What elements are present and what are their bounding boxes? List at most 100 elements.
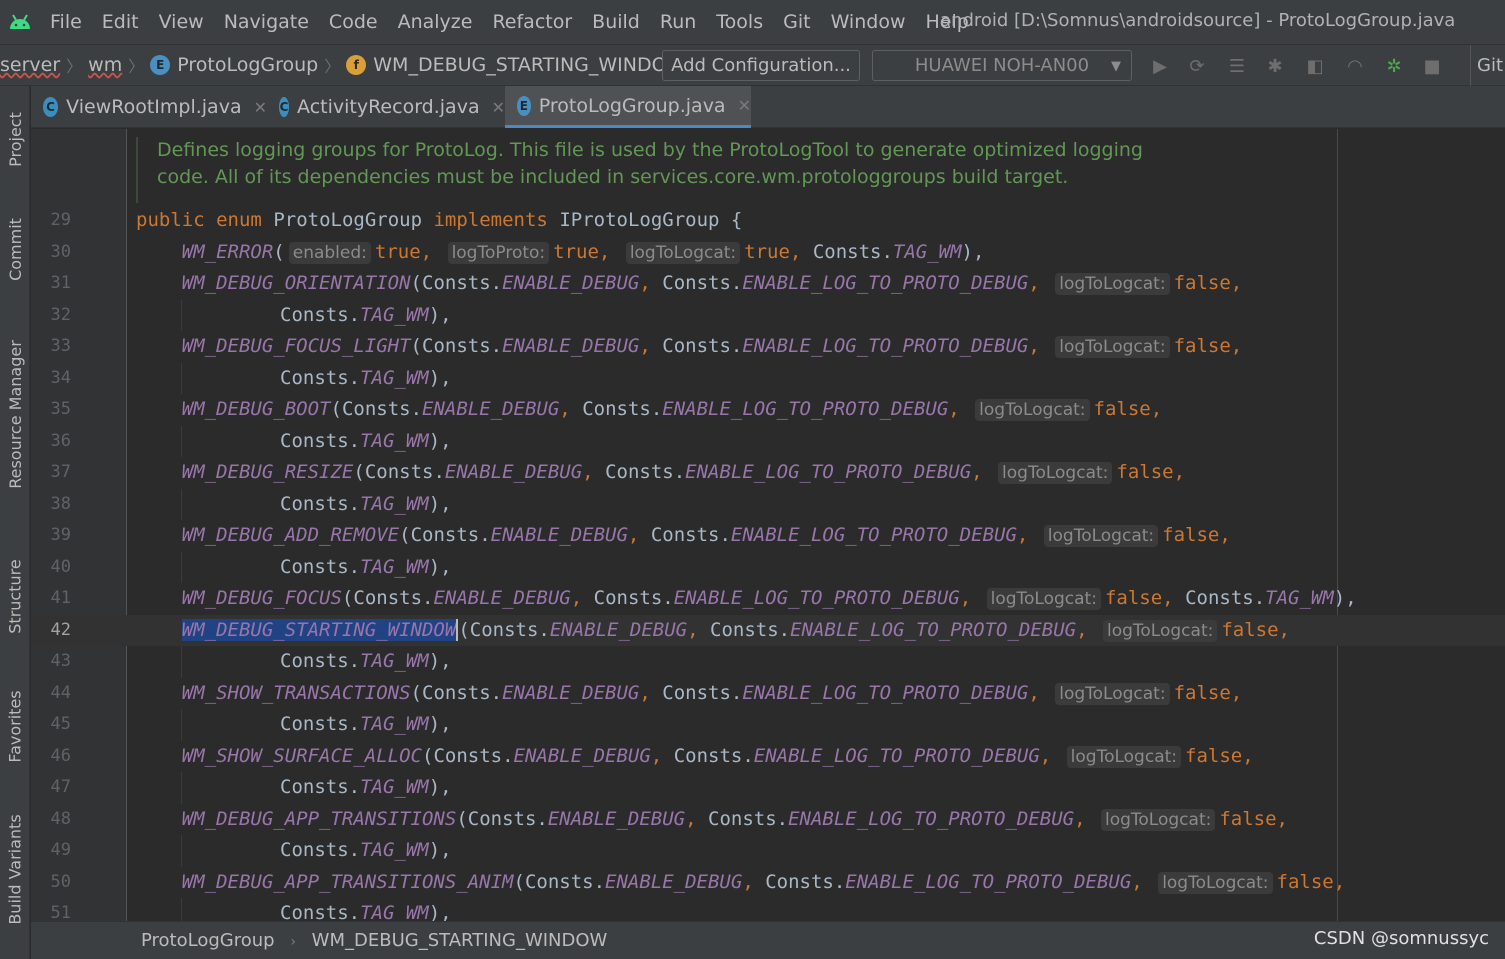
breadcrumb-class-label: ProtoLogGroup [177,54,319,76]
tab-viewrootimpl[interactable]: C ViewRootImpl.java ✕ [31,86,267,128]
code-text: WM_DEBUG_ADD_REMOVE(Consts.ENABLE_DEBUG,… [181,524,1231,547]
structure-breadcrumb: ProtoLogGroup › WM_DEBUG_STARTING_WINDOW [141,922,607,959]
menu-build[interactable]: Build [582,0,650,44]
parameter-hint: logToLogcat: [1043,525,1159,547]
line-number: 30 [50,241,71,262]
breadcrumb-field[interactable]: f WM_DEBUG_STARTING_WINDOW [346,54,685,76]
code-line: 46 WM_SHOW_SURFACE_ALLOC(Consts.ENABLE_D… [31,741,1505,773]
parameter-hint: logToLogcat: [998,462,1113,484]
close-icon[interactable]: ✕ [492,98,505,117]
code-text: WM_DEBUG_APP_TRANSITIONS(Consts.ENABLE_D… [181,807,1288,831]
code-text: WM_DEBUG_ORIENTATION(Consts.ENABLE_DEBUG… [181,272,1243,295]
tab-label: ActivityRecord.java [297,96,480,118]
code-text: public enum ProtoLogGroup implements IPr… [136,209,743,231]
code-editor[interactable]: Defines logging groups for ProtoLog. Thi… [31,129,1505,921]
coverage-icon[interactable]: ◧ [1304,55,1326,77]
device-label: HUAWEI NOH-AN00 [914,55,1090,76]
breadcrumb-class[interactable]: E ProtoLogGroup [150,54,318,76]
add-configuration-button[interactable]: Add Configuration... [662,50,860,81]
tool-commit[interactable]: Commit [0,204,30,294]
enum-class-icon: E [517,95,531,116]
code-line: 33 WM_DEBUG_FOCUS_LIGHT(Consts.ENABLE_DE… [31,331,1505,363]
line-number: 45 [50,714,71,734]
menu-view[interactable]: View [149,0,214,44]
tool-build-variants[interactable]: Build Variants [0,804,30,934]
line-number: 44 [50,682,71,703]
code-text: WM_DEBUG_APP_TRANSITIONS_ANIM(Consts.ENA… [181,870,1346,894]
parameter-hint: logToLogcat: [986,588,1101,610]
line-number: 39 [50,525,71,545]
line-number: 43 [50,651,71,671]
code-line-current: 42 WM_DEBUG_STARTING_WINDOW (Consts.ENABL… [31,614,1505,646]
code-line: 47 Consts.TAG_WM), [31,772,1505,804]
code-text: WM_DEBUG_FOCUS(Consts.ENABLE_DEBUG, Cons… [181,587,1357,610]
menu-analyze[interactable]: Analyze [388,0,483,44]
navigation-bar: server 〉 wm 〉 E ProtoLogGroup 〉 f WM_DEB… [0,44,1505,87]
tab-protologgroup[interactable]: E ProtoLogGroup.java ✕ [505,86,751,128]
code-line: 39 WM_DEBUG_ADD_REMOVE(Consts.ENABLE_DEB… [31,520,1505,552]
menu-tools[interactable]: Tools [706,0,773,44]
code-text: WM_DEBUG_FOCUS_LIGHT(Consts.ENABLE_DEBUG… [181,335,1243,358]
stop-icon[interactable]: ■ [1421,55,1443,77]
chevron-right-icon: › [290,934,296,950]
class-icon: C [279,97,290,117]
menu-git[interactable]: Git [773,0,820,44]
enum-class-icon: E [150,55,171,75]
class-icon: C [43,97,59,117]
line-number: 37 [50,462,71,482]
breadcrumb-server[interactable]: server [0,54,60,76]
line-number: 31 [50,273,71,293]
tool-structure[interactable]: Structure [0,546,30,646]
code-text: WM_SHOW_TRANSACTIONS(Consts.ENABLE_DEBUG… [181,681,1243,705]
code-line: 45 Consts.TAG_WM), [31,709,1505,741]
code-line: 41 WM_DEBUG_FOCUS(Consts.ENABLE_DEBUG, C… [31,583,1505,615]
tool-project[interactable]: Project [0,94,30,184]
line-number: 50 [50,871,71,892]
editor-tab-bar: C ViewRootImpl.java ✕ C ActivityRecord.j… [31,86,1505,128]
code-text: WM_DEBUG_BOOT(Consts.ENABLE_DEBUG, Const… [181,398,1163,421]
code-line: 32 Consts.TAG_WM), [31,299,1505,331]
tool-resource-manager[interactable]: Resource Manager [0,324,30,504]
debug-icon[interactable]: ✱ [1264,55,1286,77]
breadcrumb-field[interactable]: WM_DEBUG_STARTING_WINDOW [312,930,608,951]
code-text: WM_ERROR(enabled: true, logToProto: true, … [181,240,985,264]
breadcrumb-class[interactable]: ProtoLogGroup [141,930,275,951]
close-icon[interactable]: ✕ [254,98,267,117]
code-text: WM_DEBUG_RESIZE(Consts.ENABLE_DEBUG, Con… [181,461,1186,484]
apply-changes-icon[interactable]: ⟳ [1186,55,1208,77]
doc-comment-line: Defines logging groups for ProtoLog. Thi… [157,139,1143,161]
line-number: 46 [50,745,71,766]
chevron-right-icon: 〉 [66,57,83,76]
run-icon[interactable]: ▶ [1149,55,1171,77]
code-line: 43 Consts.TAG_WM), [31,646,1505,678]
parameter-hint: logToLogcat: [1103,619,1218,642]
menu-run[interactable]: Run [650,0,706,44]
close-icon[interactable]: ✕ [738,96,751,115]
line-number: 51 [50,903,71,921]
line-number: 29 [50,210,71,230]
profile-icon[interactable]: ◠ [1344,55,1366,77]
menu-code[interactable]: Code [319,0,388,44]
selected-text: WM_DEBUG_STARTING_WINDOW [181,618,457,641]
apply-code-changes-icon[interactable]: ☰ [1226,55,1248,77]
menu-refactor[interactable]: Refactor [482,0,582,44]
watermark: CSDN @somnussyc [1313,928,1489,949]
code-line: 36 Consts.TAG_WM), [31,425,1505,457]
code-line: 29 public enum ProtoLogGroup implements … [31,205,1505,237]
tool-favorites[interactable]: Favorites [0,676,30,776]
menu-window[interactable]: Window [821,0,916,44]
tool-window-stripe: Project Commit Resource Manager Structur… [0,86,30,959]
code-line: 31 WM_DEBUG_ORIENTATION(Consts.ENABLE_DE… [31,268,1505,300]
tab-activityrecord[interactable]: C ActivityRecord.java ✕ [267,86,505,128]
breadcrumb-field-label: WM_DEBUG_STARTING_WINDOW [373,54,686,76]
breadcrumb-wm[interactable]: wm [88,54,122,76]
window-title: android [D:\Somnus\androidsource] - Prot… [940,10,1456,31]
menu-edit[interactable]: Edit [92,0,149,44]
device-selector[interactable]: HUAWEI NOH-AN00 ▼ [872,50,1132,81]
attach-debugger-icon[interactable]: ✲ [1383,55,1405,77]
menu-file[interactable]: File [40,0,92,44]
parameter-hint: logToLogcat: [1101,808,1216,831]
menu-navigate[interactable]: Navigate [214,0,319,44]
code-line: 51 Consts.TAG_WM), [31,898,1505,921]
parameter-hint: logToLogcat: [1055,682,1170,705]
